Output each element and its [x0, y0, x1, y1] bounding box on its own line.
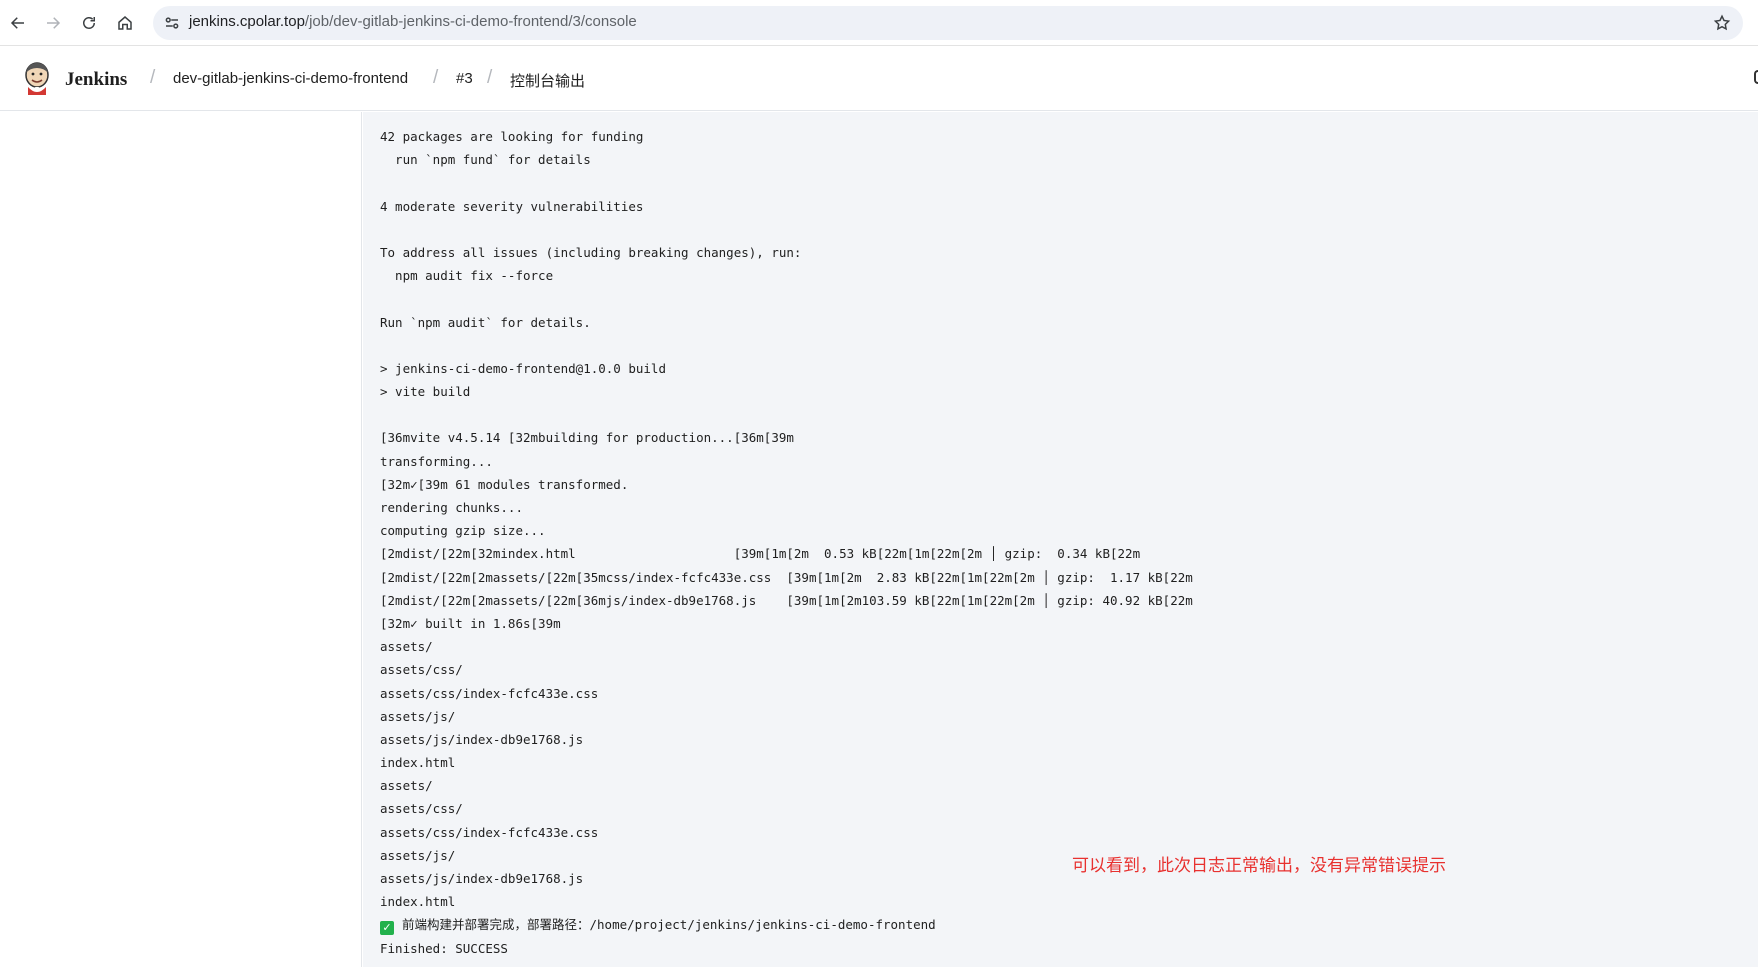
breadcrumb-separator: /	[150, 67, 156, 88]
console-line: [2mdist/[22m[2massets/[22m[35mcss/index-…	[380, 569, 1193, 585]
browser-toolbar: jenkins.cpolar.top/job/dev-gitlab-jenkin…	[0, 0, 1758, 46]
forward-arrow-icon[interactable]	[41, 11, 65, 35]
finished-status: Finished: SUCCESS	[380, 940, 508, 956]
console-output: 42 packages are looking for funding run …	[380, 125, 1193, 960]
console-line: assets/css/	[380, 801, 463, 817]
console-line: rendering chunks...	[380, 500, 523, 515]
deploy-message: 前端构建并部署完成，部署路径：/home/project/jenkins/jen…	[402, 917, 936, 933]
console-line: assets/js/	[380, 847, 456, 863]
breadcrumb-console[interactable]: 控制台输出	[510, 70, 585, 91]
deploy-message-line: ✓ 前端构建并部署完成，部署路径：/home/project/jenkins/je…	[380, 913, 1193, 936]
console-line: assets/js/index-db9e1768.js	[380, 731, 584, 747]
breadcrumb-separator: /	[433, 67, 439, 88]
reload-icon[interactable]	[77, 11, 101, 35]
console-line: assets/	[380, 639, 433, 655]
console-line: [2mdist/[22m[2massets/[22m[36mjs/index-d…	[380, 592, 1193, 608]
console-line: To address all issues (including breakin…	[380, 244, 802, 260]
home-icon[interactable]	[113, 11, 137, 35]
console-line: index.html	[380, 755, 456, 771]
jenkins-brand[interactable]: Jenkins	[65, 69, 127, 91]
console-line: assets/css/index-fcfc433e.css	[380, 824, 599, 840]
jenkins-header: Jenkins / dev-gitlab-jenkins-ci-demo-fro…	[0, 47, 1758, 111]
console-line: Run `npm audit` for details.	[380, 314, 591, 330]
console-line: 4 moderate severity vulnerabilities	[380, 198, 644, 214]
console-area: 42 packages are looking for funding run …	[363, 112, 1758, 967]
console-line: > jenkins-ci-demo-frontend@1.0.0 build	[380, 360, 666, 376]
console-line: assets/js/	[380, 708, 456, 724]
console-line: > vite build	[380, 384, 471, 400]
console-line: assets/css/	[380, 662, 463, 678]
annotation-text: 可以看到，此次日志正常输出，没有异常错误提示	[1072, 856, 1446, 876]
console-line: index.html	[380, 894, 456, 910]
console-line: assets/	[380, 778, 433, 794]
site-info-icon[interactable]	[163, 14, 181, 32]
breadcrumb-build[interactable]: #3	[456, 70, 473, 87]
url-text[interactable]: jenkins.cpolar.top/job/dev-gitlab-jenkin…	[189, 13, 637, 30]
console-line: assets/css/index-fcfc433e.css	[380, 685, 599, 701]
console-line: transforming...	[380, 453, 493, 469]
console-line: npm audit fix --force	[380, 268, 554, 284]
console-line: [32m✓ built in 1.86s[39m	[380, 615, 561, 631]
console-line: computing gzip size...	[380, 523, 546, 539]
console-line: [32m✓[39m 61 modules transformed.	[380, 476, 629, 492]
console-line: run `npm fund` for details	[380, 152, 591, 168]
console-line: 42 packages are looking for funding	[380, 129, 644, 144]
back-arrow-icon[interactable]	[6, 11, 30, 35]
breadcrumb-separator: /	[487, 67, 493, 88]
search-icon[interactable]	[1754, 70, 1758, 84]
breadcrumb-job[interactable]: dev-gitlab-jenkins-ci-demo-frontend	[173, 70, 408, 87]
console-line: [2mdist/[22m[32mindex.html [39m[1m[2m 0.…	[380, 546, 1141, 562]
bookmark-star-icon[interactable]	[1713, 14, 1731, 32]
console-line: assets/js/index-db9e1768.js	[380, 871, 584, 886]
console-line: [36mvite v4.5.14 [32mbuilding for produc…	[380, 430, 794, 446]
check-mark-icon: ✓	[380, 921, 394, 936]
address-bar[interactable]: jenkins.cpolar.top/job/dev-gitlab-jenkin…	[153, 6, 1743, 40]
jenkins-logo-icon[interactable]	[22, 61, 52, 95]
side-panel	[0, 112, 362, 967]
